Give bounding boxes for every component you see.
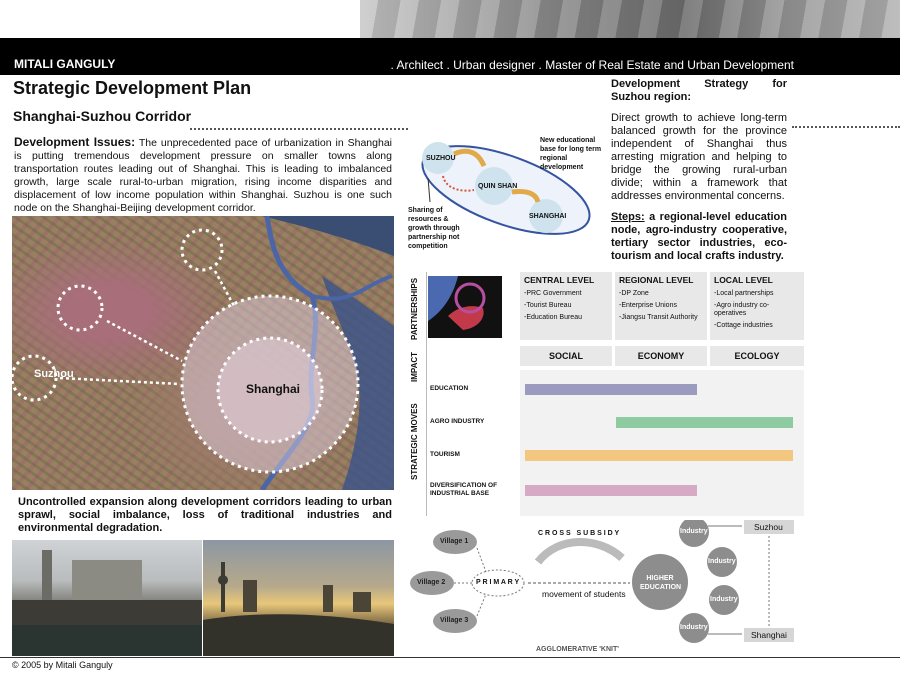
label-strategic-moves: STRATEGIC MOVES — [410, 403, 419, 480]
central-level-title: CENTRAL LEVEL — [524, 275, 595, 285]
development-issues: Development Issues: The unprecedented pa… — [14, 136, 392, 215]
edu-suzhou: Suzhou — [754, 522, 783, 532]
education-diagram: Village 1 Village 2 Village 3 P R I M A … — [408, 517, 804, 658]
central-level-cell: CENTRAL LEVEL -PRC Government -Tourist B… — [520, 272, 612, 340]
photo-traditional-town — [12, 540, 202, 656]
author-name: MITALI GANGULY — [14, 57, 116, 71]
central-item: -PRC Government — [524, 290, 582, 297]
regional-item: -Jiangsu Transit Authority — [619, 314, 698, 321]
local-level-title: LOCAL LEVEL — [714, 275, 773, 285]
page-subtitle: Shanghai-Suzhou Corridor — [13, 108, 192, 124]
issues-label: Development Issues: — [14, 135, 136, 149]
impact-ecology: ECOLOGY — [710, 346, 804, 366]
primary-label: P R I M A R Y — [476, 579, 520, 586]
move-label: AGRO INDUSTRY — [430, 418, 485, 425]
industry-label: Industry — [710, 596, 738, 603]
central-item: -Education Bureau — [524, 314, 582, 321]
local-item: -Cottage industries — [714, 322, 773, 329]
village-2: Village 2 — [417, 579, 446, 586]
impact-economy: ECONOMY — [615, 346, 707, 366]
local-item: -Local partnerships — [714, 290, 774, 297]
divider-dots — [792, 126, 900, 128]
divider-dots — [190, 128, 408, 130]
region-map-thumb — [428, 276, 502, 338]
regional-level-title: REGIONAL LEVEL — [619, 275, 694, 285]
node-shanghai: SHANGHAI — [529, 213, 567, 220]
movement-label: movement of students — [542, 589, 626, 599]
industry-label: Industry — [708, 558, 736, 565]
impact-social: SOCIAL — [520, 346, 612, 366]
regional-level-cell: REGIONAL LEVEL -DP Zone -Enterprise Unio… — [615, 272, 707, 340]
map-label-suzhou: Suzhou — [34, 368, 74, 380]
village-3: Village 3 — [440, 617, 469, 624]
author-tagline: . Architect . Urban designer . Master of… — [390, 58, 794, 72]
strategy-steps: Steps: a regional-level education node, … — [611, 211, 787, 263]
map-label-shanghai: Shanghai — [246, 382, 301, 396]
steps-label: Steps: — [611, 211, 645, 223]
industry-label: Industry — [680, 624, 708, 631]
central-item: -Tourist Bureau — [524, 302, 572, 309]
strategy-body: Direct growth to achieve long-term balan… — [611, 112, 787, 202]
cross-subsidy-label: C R O S S S U B S I D Y — [538, 530, 620, 537]
photo-shanghai-skyline — [203, 540, 394, 656]
move-label: DIVERSIFICATION OF INDUSTRIAL BASE — [430, 482, 498, 497]
note-sharing-resources: Sharing of resources & growth through pa… — [408, 207, 460, 250]
move-bar — [525, 485, 697, 496]
node-quinshan: QUIN SHAN — [478, 183, 518, 190]
map-overlay — [12, 216, 394, 490]
local-item: -Agro industry co-operatives — [714, 302, 770, 317]
move-bar — [525, 384, 697, 395]
node-suzhou: SUZHOU — [426, 155, 456, 162]
label-partnerships: PARTNERSHIPS — [410, 277, 419, 340]
strategy-title: Development Strategy for Suzhou region: — [611, 78, 787, 103]
agglomerative-label: AGGLOMERATIVE 'KNIT' — [536, 646, 619, 653]
higher-education-label: HIGHER EDUCATION — [640, 575, 682, 591]
regional-item: -DP Zone — [619, 290, 649, 297]
copyright: © 2005 by Mitali Ganguly — [12, 660, 113, 670]
move-bar — [525, 450, 793, 461]
move-label: TOURISM — [430, 451, 460, 458]
edu-shanghai: Shanghai — [751, 630, 787, 640]
page-title: Strategic Development Plan — [13, 78, 252, 98]
satellite-map: Suzhou Shanghai — [12, 216, 394, 490]
village-1: Village 1 — [440, 538, 469, 545]
uncontrolled-expansion-text: Uncontrolled expansion along development… — [18, 496, 392, 534]
footer-line — [0, 657, 900, 658]
note-educational-base: New educational base for long term regio… — [540, 137, 602, 171]
strategy-matrix: PARTNERSHIPS IMPACT STRATEGIC MOVES CENT… — [408, 272, 804, 516]
development-strategy: Development Strategy for Suzhou region: … — [611, 78, 787, 263]
local-level-cell: LOCAL LEVEL -Local partnerships -Agro in… — [710, 272, 804, 340]
label-impact: IMPACT — [410, 351, 419, 382]
move-label: EDUCATION — [430, 385, 469, 392]
move-bar — [616, 417, 793, 428]
industry-label: Industry — [680, 528, 708, 535]
regional-item: -Enterprise Unions — [619, 302, 677, 309]
node-diagram: SUZHOU QUIN SHAN SHANGHAI New educationa… — [408, 134, 608, 262]
